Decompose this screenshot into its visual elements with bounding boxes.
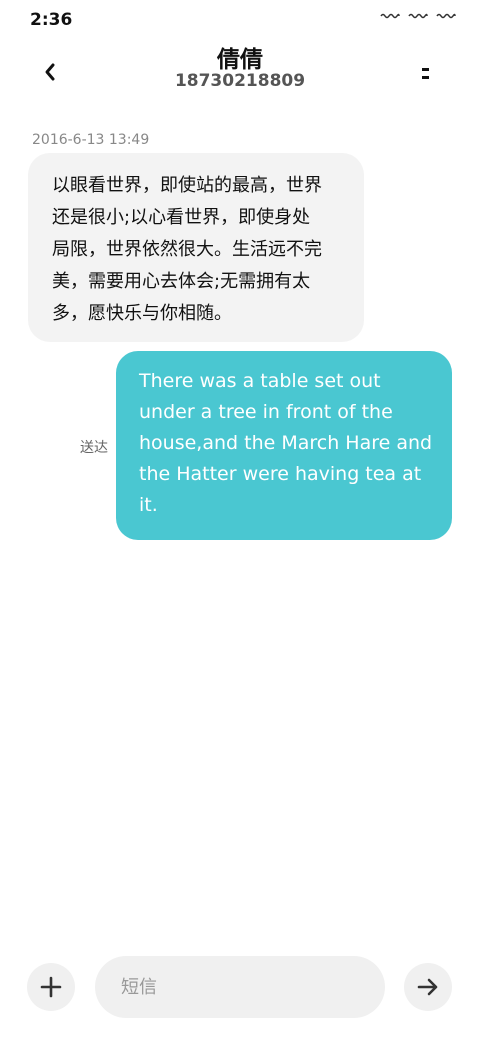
message-input[interactable] [95,956,385,1018]
battery-icon [436,13,456,19]
message-line: the Hatter were having tea at [139,463,422,485]
signal-icon [380,13,400,19]
more-icon [422,68,429,79]
message-line: 还是很小;以心看世界，即使身处 [52,207,311,228]
plus-icon [40,976,62,998]
conversation-header: 倩倩 18730218809 [0,38,480,108]
message-line: house,and the March Hare and [139,432,433,454]
message-line: it. [139,494,158,516]
message-timestamp: 2016-6-13 13:49 [32,132,150,148]
outgoing-message-bubble[interactable]: There was a table set out under a tree i… [116,351,452,540]
status-icons [380,12,456,20]
send-button[interactable] [404,963,452,1011]
status-bar: 2:36 [0,0,480,38]
message-line: 多，愿快乐与你相随。 [52,303,232,324]
message-line: There was a table set out [139,370,381,392]
add-attachment-button[interactable] [27,963,75,1011]
message-line: 以眼看世界，即使站的最高，世界 [52,175,322,196]
message-line: under a tree in front of the [139,401,393,423]
composer-bar [0,950,480,1026]
more-options-button[interactable] [408,56,444,92]
status-time: 2:36 [30,10,73,30]
arrow-right-icon [417,978,438,996]
wifi-icon [408,13,428,19]
message-line: 局限，世界依然很大。生活远不完 [52,239,322,260]
delivery-status: 送达 [80,440,108,456]
incoming-message-bubble[interactable]: 以眼看世界，即使站的最高，世界 还是很小;以心看世界，即使身处 局限，世界依然很… [28,153,364,342]
message-line: 美，需要用心去体会;无需拥有太 [52,271,311,292]
